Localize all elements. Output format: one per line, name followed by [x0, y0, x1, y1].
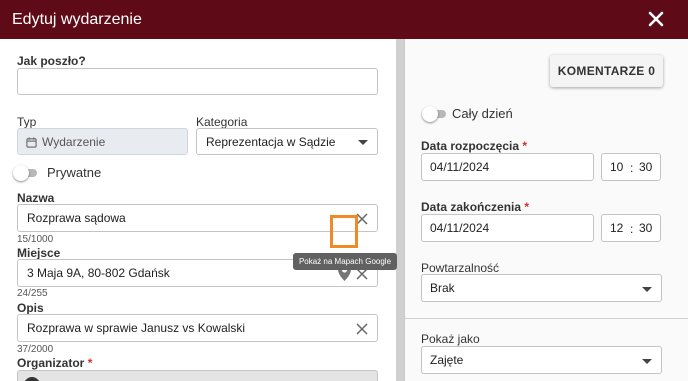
start-time-input[interactable]: 10 : 30 — [601, 153, 661, 181]
description-value: Rozprawa w sprawie Janusz vs Kowalski — [27, 321, 246, 335]
category-label: Kategoria — [196, 115, 248, 129]
all-day-toggle[interactable] — [422, 106, 446, 122]
time-separator: : — [630, 222, 634, 236]
end-minute: 30 — [639, 221, 653, 235]
dialog-title: Edytuj wydarzenie — [12, 11, 142, 28]
name-label: Nazwa — [17, 191, 55, 205]
end-time-input[interactable]: 12 : 30 — [601, 214, 661, 242]
chevron-down-icon — [358, 140, 368, 145]
end-date-label: Data zakończenia * — [421, 200, 530, 214]
repeat-label: Powtarzalność — [421, 261, 500, 275]
organizer-label: Organizator * — [17, 356, 93, 370]
chevron-down-icon — [642, 359, 652, 364]
name-input[interactable]: Rozprawa sądowa — [17, 204, 378, 232]
end-date-input[interactable]: 04/11/2024 — [421, 214, 594, 242]
avatar — [24, 377, 40, 381]
time-separator: : — [630, 161, 634, 175]
start-date-input[interactable]: 04/11/2024 — [421, 153, 594, 181]
type-value: Wydarzenie — [42, 134, 106, 149]
description-counter: 37/2000 — [17, 344, 54, 355]
place-label: Miejsce — [17, 246, 61, 260]
start-date-label: Data rozpoczęcia * — [421, 139, 528, 153]
start-hour: 10 — [610, 160, 624, 174]
description-label: Opis — [17, 301, 44, 315]
show-as-value: Zajęte — [430, 353, 464, 367]
start-minute: 30 — [639, 160, 653, 174]
type-label: Typ — [17, 115, 37, 129]
end-hour: 12 — [610, 221, 624, 235]
calendar-icon — [26, 137, 37, 148]
repeat-select[interactable]: Brak — [421, 274, 662, 302]
map-tooltip: Pokaż na Mapach Google — [293, 253, 397, 270]
organizer-field[interactable] — [17, 370, 378, 381]
repeat-value: Brak — [430, 281, 455, 295]
start-date-value: 04/11/2024 — [430, 160, 490, 174]
clear-icon[interactable] — [356, 323, 368, 335]
comments-button[interactable]: KOMENTARZE 0 — [550, 55, 663, 87]
show-as-select[interactable]: Zajęte — [421, 346, 662, 374]
end-date-value: 04/11/2024 — [430, 221, 490, 235]
right-panel: KOMENTARZE 0 Cały dzień Data rozpoczęcia… — [405, 39, 688, 381]
name-value: Rozprawa sądowa — [27, 211, 126, 225]
private-toggle[interactable] — [13, 165, 37, 181]
close-icon[interactable] — [644, 7, 668, 31]
chevron-down-icon — [642, 287, 652, 292]
private-label: Prywatne — [47, 165, 102, 180]
scrollbar[interactable] — [396, 39, 404, 381]
category-select[interactable]: Reprezentacja w Sądzie — [196, 128, 378, 155]
how-input[interactable] — [17, 68, 378, 95]
category-value: Reprezentacja w Sądzie — [206, 134, 336, 149]
map-button-highlight — [330, 215, 358, 248]
name-counter: 15/1000 — [17, 234, 54, 245]
left-panel: Jak poszło? Typ Wydarzenie Kategoria Rep… — [0, 39, 404, 381]
place-value: 3 Maja 9A, 80-802 Gdańsk — [27, 266, 170, 280]
show-as-label: Pokaż jako — [421, 332, 480, 346]
place-counter: 24/255 — [17, 288, 48, 299]
section-divider — [405, 318, 688, 319]
how-label: Jak poszło? — [17, 54, 86, 68]
all-day-label: Cały dzień — [452, 106, 513, 121]
type-field: Wydarzenie — [17, 128, 188, 155]
description-input[interactable]: Rozprawa w sprawie Janusz vs Kowalski — [17, 314, 378, 342]
dialog-header: Edytuj wydarzenie — [0, 0, 688, 39]
